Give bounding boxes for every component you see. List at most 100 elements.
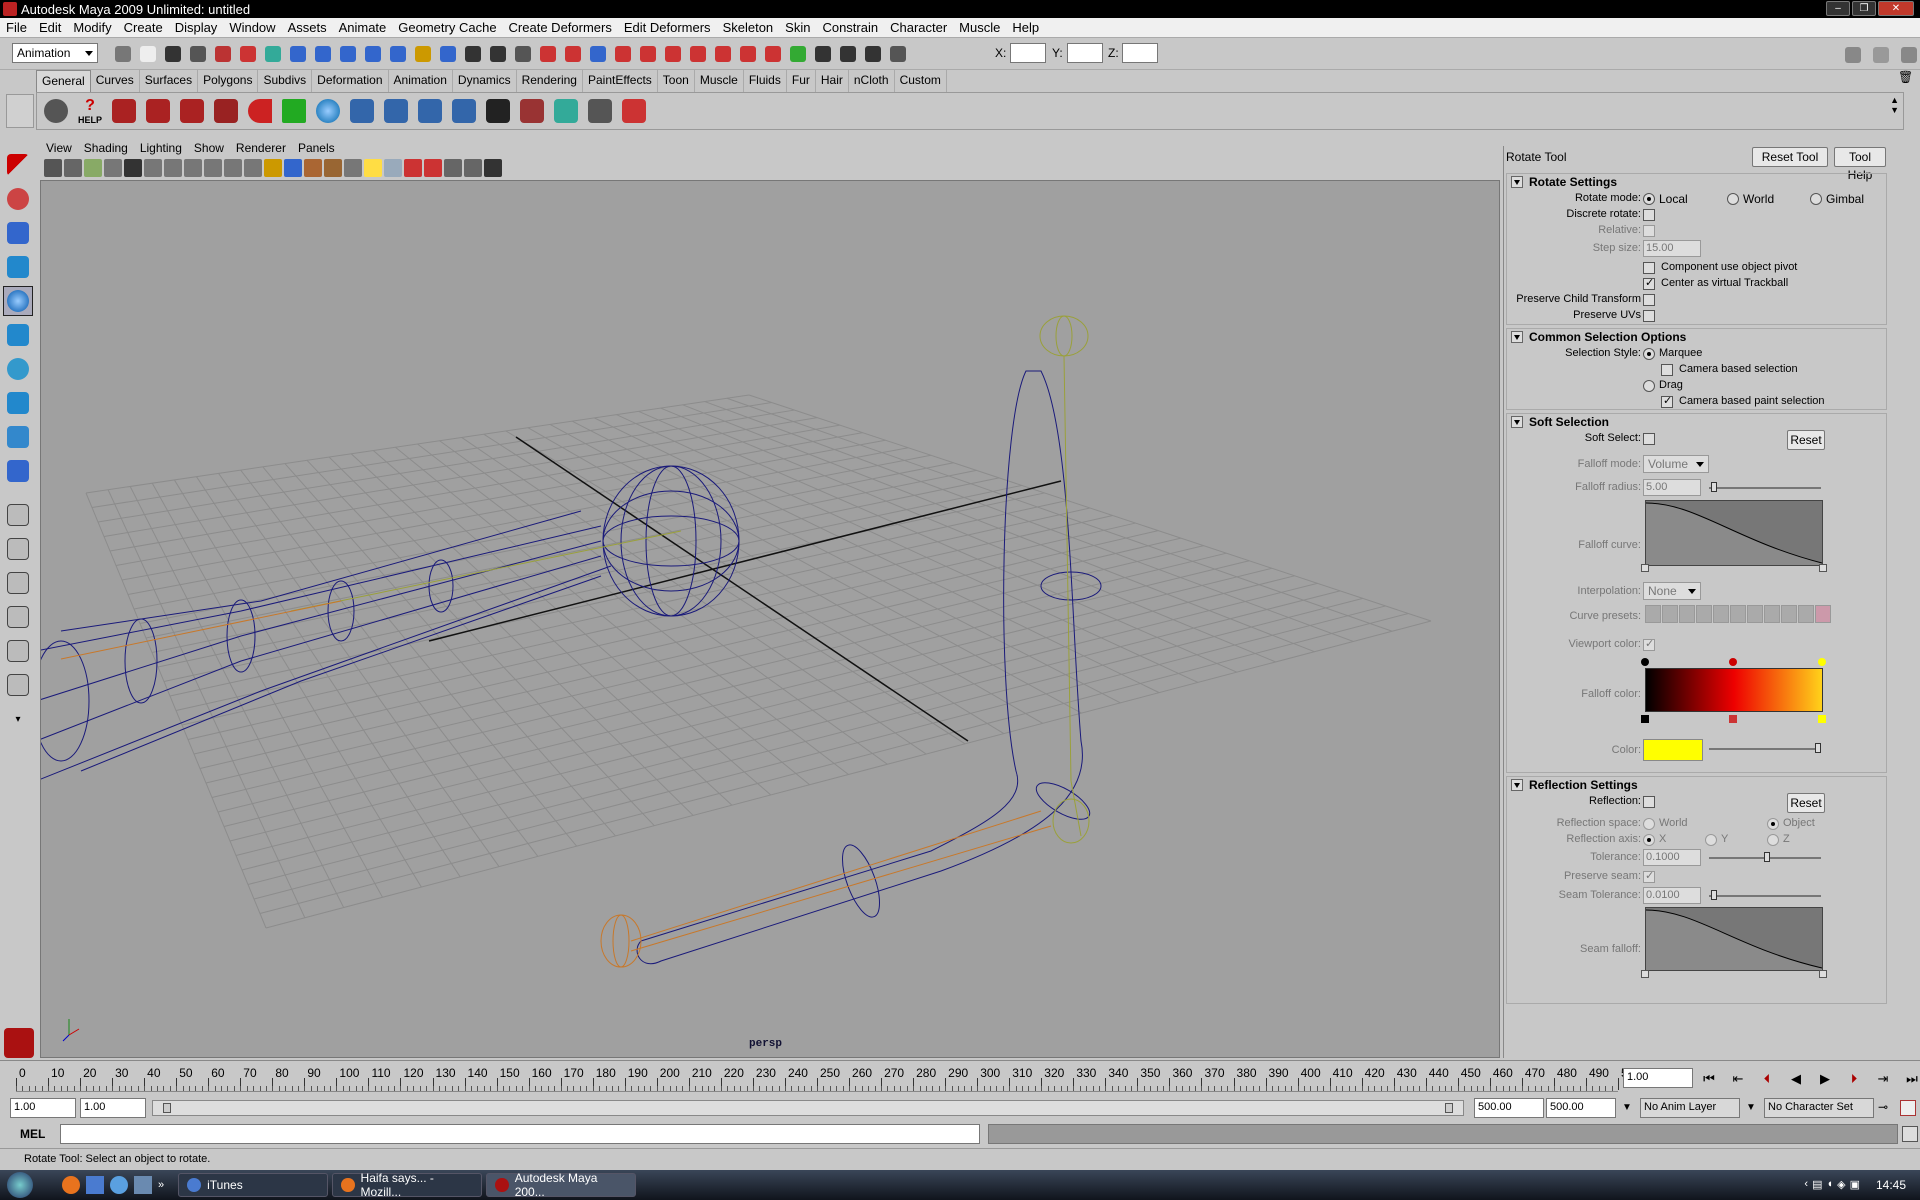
reflection-space-object-radio[interactable] bbox=[1767, 818, 1779, 830]
script-editor-icon[interactable] bbox=[483, 96, 513, 126]
curve-preset-3[interactable] bbox=[1679, 605, 1695, 623]
ik-handle-icon[interactable] bbox=[143, 96, 173, 126]
step-back-frame-icon[interactable]: ⏴ bbox=[1754, 1068, 1780, 1090]
rotate-mode-local-radio[interactable] bbox=[1643, 193, 1655, 205]
joint-mask-icon[interactable] bbox=[612, 43, 634, 65]
minimize-button[interactable]: – bbox=[1826, 1, 1850, 16]
smooth-shade-icon[interactable] bbox=[284, 159, 302, 177]
select-check-icon[interactable] bbox=[279, 96, 309, 126]
snap-point-icon[interactable] bbox=[337, 43, 359, 65]
menu-skeleton[interactable]: Skeleton bbox=[717, 20, 780, 35]
layout-four-icon[interactable] bbox=[3, 534, 33, 564]
shelf-tab-ncloth[interactable]: nCloth bbox=[848, 70, 895, 92]
channel-box-toggle-icon[interactable] bbox=[1898, 44, 1920, 66]
perspective-viewport[interactable]: persp bbox=[40, 180, 1500, 1058]
trash-icon[interactable]: 🗑 bbox=[1898, 70, 1916, 88]
firefox-quicklaunch-icon[interactable] bbox=[62, 1176, 80, 1194]
panel-menu-shading[interactable]: Shading bbox=[78, 141, 134, 155]
collapse-arrow-icon[interactable] bbox=[1511, 779, 1523, 791]
shelf-tab-painteffects[interactable]: PaintEffects bbox=[582, 70, 658, 92]
falloff-radius-field[interactable]: 5.00 bbox=[1643, 479, 1701, 496]
outliner-icon[interactable] bbox=[551, 96, 581, 126]
snap-curve-icon[interactable] bbox=[312, 43, 334, 65]
falloff-radius-slider[interactable] bbox=[1709, 482, 1821, 492]
selection-mask-icon[interactable] bbox=[587, 43, 609, 65]
start-button[interactable] bbox=[0, 1170, 40, 1200]
color-key-top-black[interactable] bbox=[1641, 658, 1649, 666]
step-size-field[interactable]: 15.00 bbox=[1643, 240, 1701, 257]
select-component-icon[interactable] bbox=[262, 43, 284, 65]
selection-options-header[interactable]: Common Selection Options bbox=[1507, 329, 1886, 345]
shelf-tab-dynamics[interactable]: Dynamics bbox=[452, 70, 517, 92]
command-input[interactable] bbox=[60, 1124, 980, 1144]
ipr-render-icon[interactable] bbox=[487, 43, 509, 65]
shelf-tab-curves[interactable]: Curves bbox=[90, 70, 140, 92]
marquee-radio[interactable] bbox=[1643, 348, 1655, 360]
playback-end-field[interactable]: 500.00 bbox=[1474, 1098, 1544, 1118]
last-tool-icon[interactable] bbox=[3, 456, 33, 486]
menu-edit-deformers[interactable]: Edit Deformers bbox=[618, 20, 717, 35]
anim-layer-dropdown-icon[interactable]: ▼ bbox=[1622, 1102, 1632, 1113]
layout-graph-icon[interactable] bbox=[3, 636, 33, 666]
rotate-tool-icon[interactable] bbox=[3, 286, 33, 316]
shelf-tab-rendering[interactable]: Rendering bbox=[516, 70, 583, 92]
create-joint-icon[interactable] bbox=[109, 96, 139, 126]
history-icon[interactable] bbox=[412, 43, 434, 65]
play-backwards-icon[interactable]: ◀ bbox=[1783, 1068, 1809, 1090]
color-key-bottom-yellow[interactable] bbox=[1818, 715, 1826, 723]
panel-menu-lighting[interactable]: Lighting bbox=[134, 141, 188, 155]
menu-help[interactable]: Help bbox=[1006, 20, 1045, 35]
component-pivot-checkbox[interactable] bbox=[1643, 262, 1655, 274]
film-reel-icon[interactable] bbox=[41, 96, 71, 126]
drag-radio[interactable] bbox=[1643, 380, 1655, 392]
command-language-label[interactable]: MEL bbox=[20, 1127, 45, 1141]
attribute-editor-toggle-icon[interactable] bbox=[1842, 44, 1864, 66]
tray-volume-icon[interactable]: ◖ bbox=[1826, 1178, 1833, 1191]
menu-animate[interactable]: Animate bbox=[333, 20, 393, 35]
shadows-icon[interactable] bbox=[364, 159, 382, 177]
show-desktop-icon[interactable] bbox=[86, 1176, 104, 1194]
isolate-select-icon[interactable] bbox=[404, 159, 422, 177]
taskbar-task-2[interactable]: Haifa says... - Mozill... bbox=[332, 1171, 483, 1199]
seam-tolerance-slider[interactable] bbox=[1709, 890, 1821, 900]
seam-curve-key-end[interactable] bbox=[1819, 970, 1827, 978]
virtual-trackball-checkbox[interactable] bbox=[1643, 276, 1655, 290]
rotate-mode-gimbal-radio[interactable] bbox=[1810, 193, 1822, 205]
select-hierarchy-icon[interactable] bbox=[212, 43, 234, 65]
shelf-tab-polygons[interactable]: Polygons bbox=[198, 70, 259, 92]
color-slider[interactable] bbox=[1709, 743, 1821, 753]
preserve-seam-checkbox[interactable] bbox=[1643, 869, 1655, 883]
paint-select-tool-icon[interactable] bbox=[3, 218, 33, 248]
y-input[interactable] bbox=[1067, 43, 1103, 63]
bookmarks-icon[interactable] bbox=[84, 159, 102, 177]
layout-outliner-icon[interactable] bbox=[3, 602, 33, 632]
preserve-uvs-checkbox[interactable] bbox=[1643, 310, 1655, 322]
render-icon[interactable] bbox=[585, 96, 615, 126]
lighting-icon[interactable] bbox=[344, 159, 362, 177]
soft-select-checkbox[interactable] bbox=[1643, 433, 1655, 445]
discrete-rotate-checkbox[interactable] bbox=[1643, 209, 1655, 221]
hierarchy-icon-2[interactable] bbox=[381, 96, 411, 126]
open-scene-icon[interactable] bbox=[162, 43, 184, 65]
color-key-bottom-red[interactable] bbox=[1729, 715, 1737, 723]
hierarchy-icon-1[interactable] bbox=[347, 96, 377, 126]
rotate-mode-world-radio[interactable] bbox=[1727, 193, 1739, 205]
tray-security-icon[interactable]: ◈ bbox=[1837, 1178, 1845, 1191]
curve-preset-4[interactable] bbox=[1696, 605, 1712, 623]
lock-icon[interactable] bbox=[562, 43, 584, 65]
menu-create[interactable]: Create bbox=[118, 20, 169, 35]
color-key-top-yellow[interactable] bbox=[1818, 658, 1826, 666]
layout-two-icon[interactable] bbox=[3, 568, 33, 598]
soft-modification-icon[interactable] bbox=[3, 388, 33, 418]
film-gate-icon[interactable] bbox=[144, 159, 162, 177]
menu-edit[interactable]: Edit bbox=[33, 20, 67, 35]
menu-modify[interactable]: Modify bbox=[67, 20, 117, 35]
menu-skin[interactable]: Skin bbox=[779, 20, 816, 35]
reflection-reset-button[interactable]: Reset bbox=[1787, 793, 1825, 813]
wireframe-icon[interactable] bbox=[264, 159, 282, 177]
animation-start-field[interactable]: 1.00 bbox=[10, 1098, 76, 1118]
ik-spline-icon[interactable] bbox=[177, 96, 207, 126]
select-tool-icon[interactable] bbox=[3, 150, 33, 180]
collapse-arrow-icon[interactable] bbox=[1511, 331, 1523, 343]
viewport-color-checkbox[interactable] bbox=[1643, 637, 1655, 651]
